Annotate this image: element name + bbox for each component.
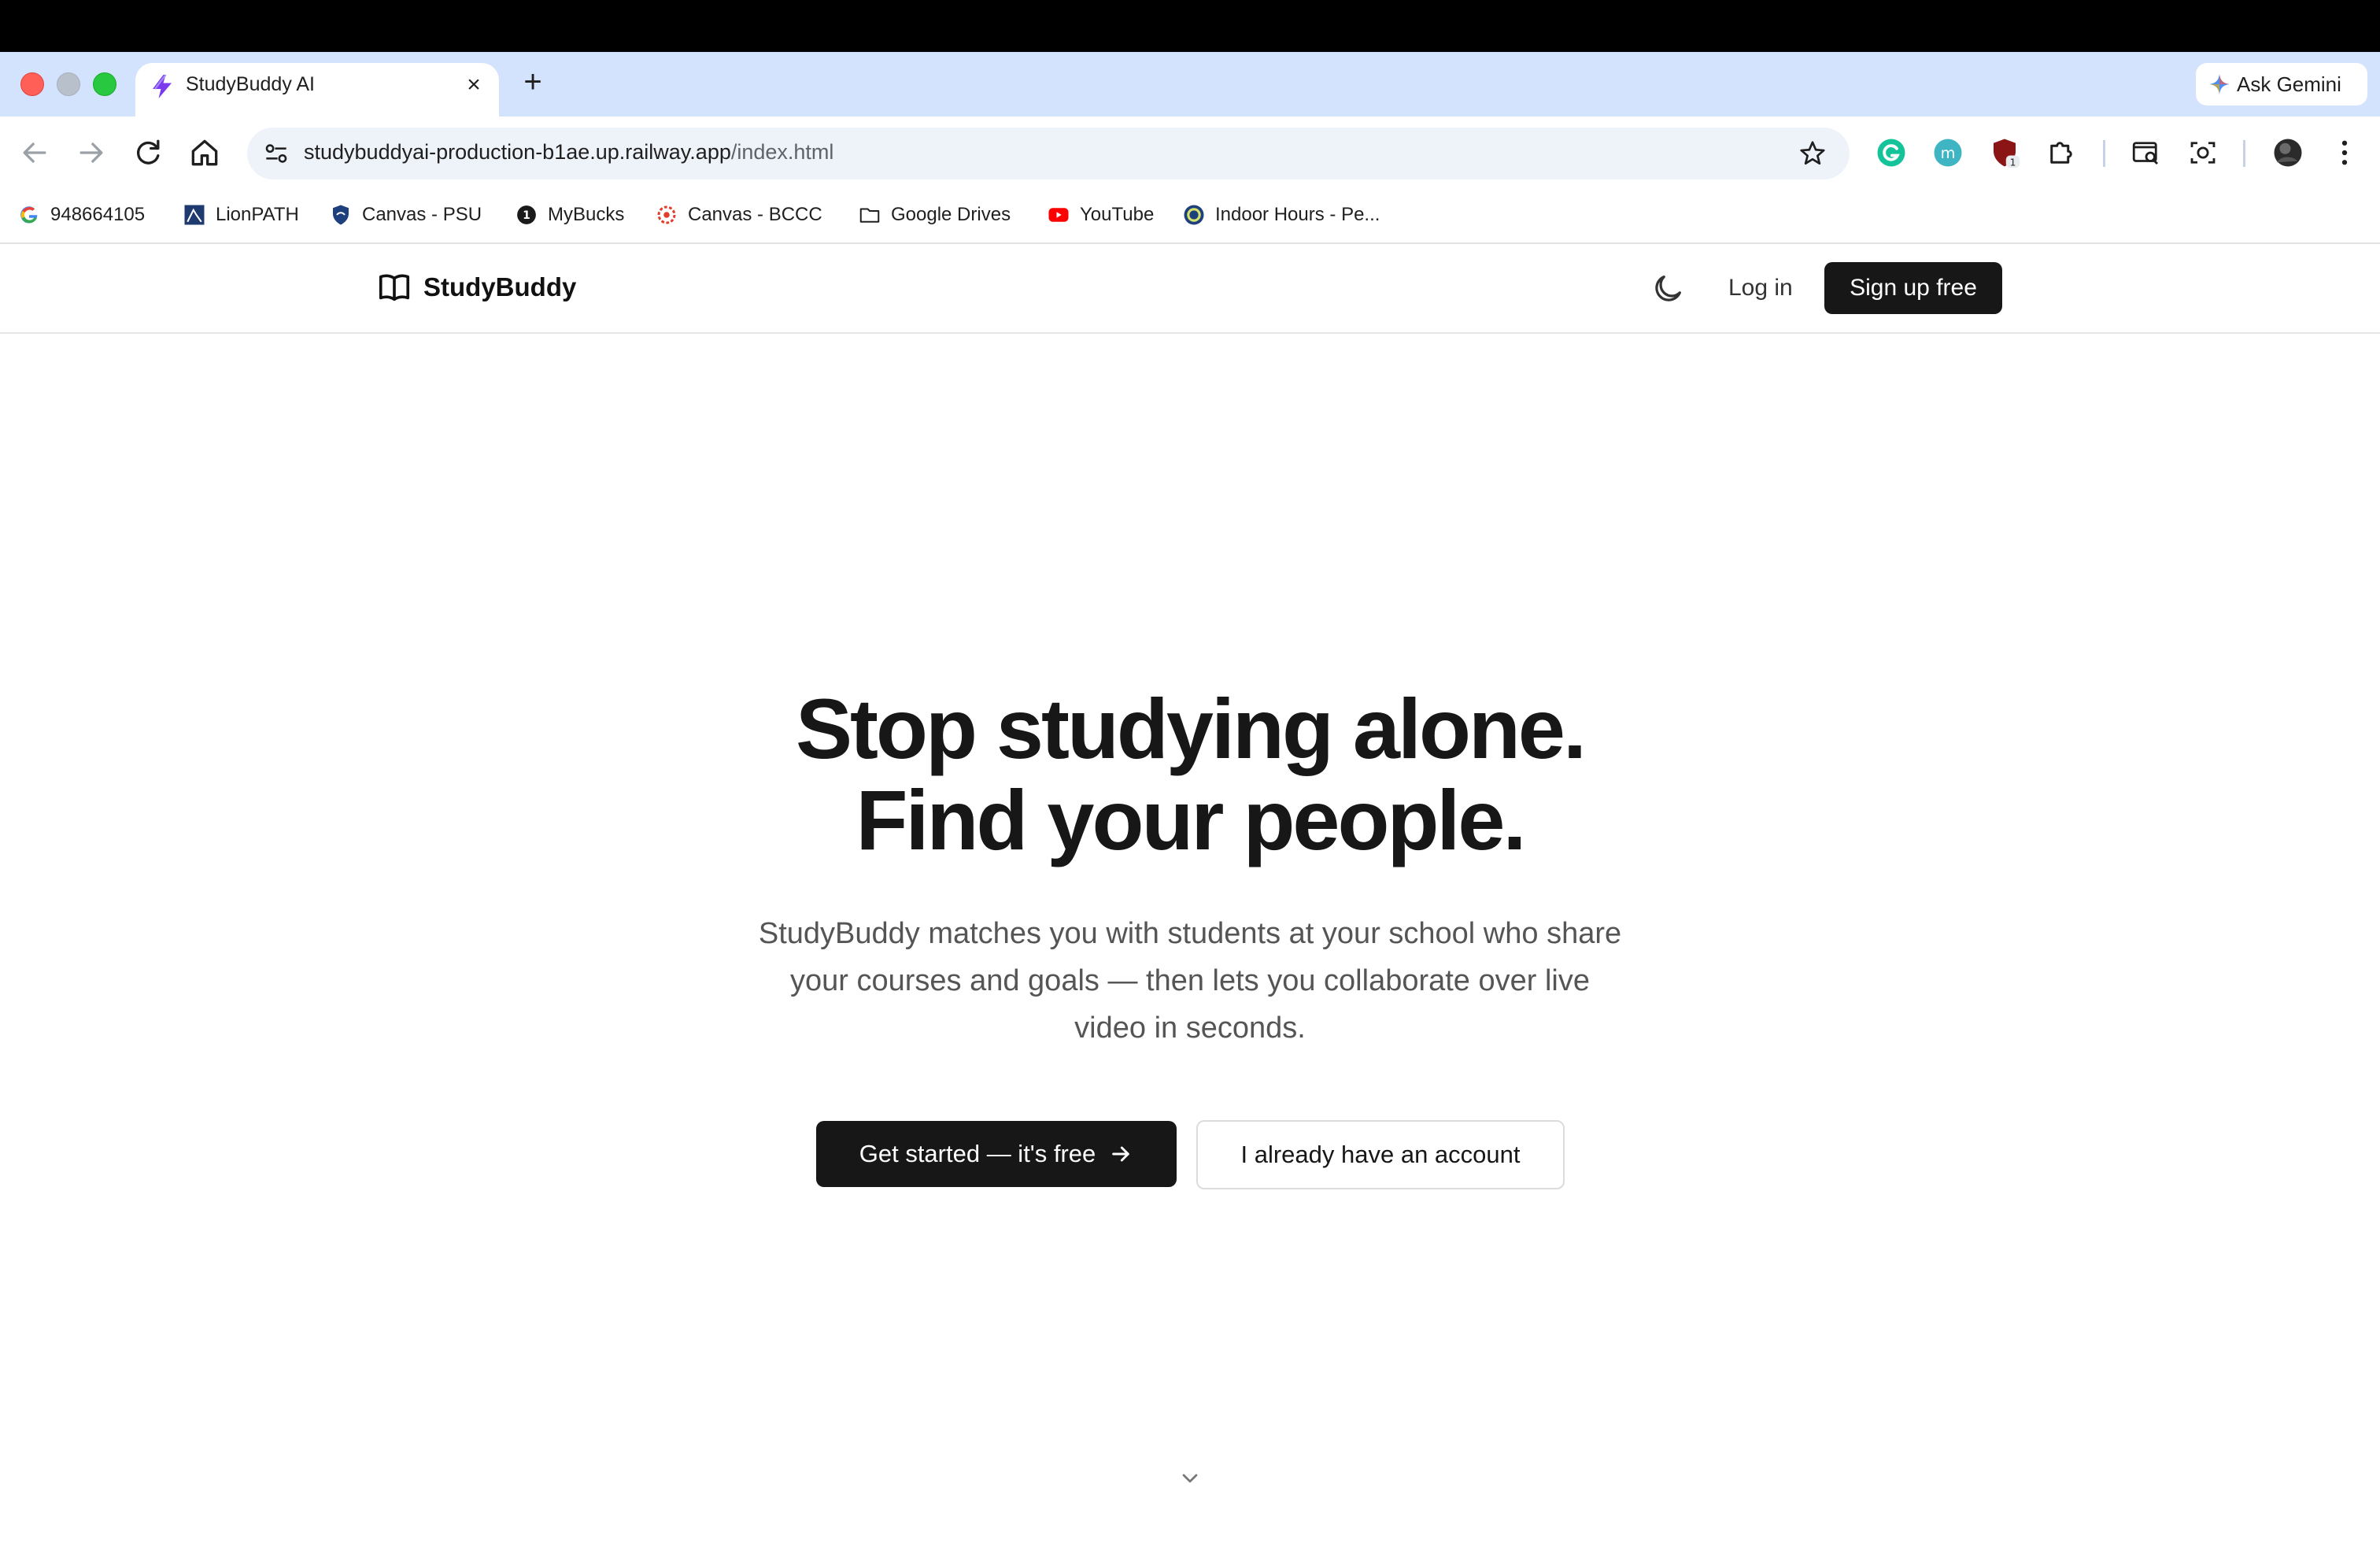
canvas-icon [655,203,678,227]
address-bar[interactable]: studybuddyai-production-b1ae.up.railway.… [247,128,1850,179]
ask-gemini-button[interactable]: Ask Gemini [2196,63,2367,105]
window-zoom-button[interactable] [93,72,116,96]
tab-close-icon[interactable]: × [460,71,488,99]
toolbar-separator [2103,140,2105,167]
bookmark-item[interactable]: Canvas - PSU [329,200,482,230]
toolbar-separator [2243,140,2245,167]
bookmark-label: Canvas - BCCC [688,204,822,225]
svg-text:1: 1 [523,209,530,222]
window-close-button[interactable] [20,72,44,96]
bookmark-label: MyBucks [548,204,625,225]
puzzle-extensions-icon[interactable] [2045,136,2078,169]
bookmark-label: 948664105 [50,204,146,225]
mybucks-icon: 1 [515,203,538,227]
bookmark-item[interactable]: 1 MyBucks [515,200,624,230]
bookmark-item[interactable]: 948664105 [17,200,145,230]
get-started-label: Get started — it's free [859,1140,1096,1167]
moon-icon[interactable] [1650,271,1686,307]
bookmark-item[interactable]: YouTube [1047,200,1154,230]
site-info-tune-icon[interactable] [261,139,291,168]
arrow-right-icon [1108,1141,1133,1167]
grammarly-extension-icon[interactable] [1875,136,1908,169]
tab-search-icon[interactable] [2130,136,2163,169]
hero-heading-line1: Stop studying alone. [795,681,1587,776]
m-extension-icon[interactable]: m [1931,136,1964,169]
bookmark-label: Indoor Hours - Pe... [1215,204,1380,225]
chevron-down-icon[interactable] [1177,1466,1203,1491]
ask-gemini-label: Ask Gemini [2237,72,2341,96]
shield-extension-icon[interactable]: 1 [1988,136,2021,169]
bookmark-label: Google Drives [891,204,1011,225]
bookmark-star-icon[interactable] [1798,139,1828,168]
forward-arrow-icon[interactable] [74,135,109,170]
svg-text:m: m [1941,144,1956,162]
profile-avatar[interactable] [2271,136,2304,169]
new-tab-button[interactable]: + [515,65,551,101]
window-minimize-button[interactable] [57,72,80,96]
brand-logo-link[interactable]: StudyBuddy [376,269,576,305]
psu-logo-icon [1182,203,1206,227]
hero-subtitle: StudyBuddy matches you with students at … [758,917,1622,1045]
lionpath-icon [183,203,206,227]
login-link[interactable]: Log in [1716,268,1805,309]
bookmark-item[interactable]: Google Drives [858,200,1011,230]
brand-name: StudyBuddy [423,272,577,301]
gemini-sparkle-icon [2208,73,2230,95]
existing-account-button[interactable]: I already have an account [1196,1120,1565,1189]
url-path: /index.html [730,140,834,164]
bookmark-label: LionPATH [216,204,299,225]
reload-icon[interactable] [131,135,165,170]
back-arrow-icon[interactable] [17,135,52,170]
signup-button[interactable]: Sign up free [1824,262,2002,314]
url-text[interactable]: studybuddyai-production-b1ae.up.railway.… [304,140,833,165]
get-started-button[interactable]: Get started — it's free [816,1121,1177,1187]
bookmark-item[interactable]: LionPATH [183,200,299,230]
bookmark-label: Canvas - PSU [362,204,482,225]
tab-title: StudyBuddy AI [186,73,316,95]
site-header [0,244,2380,334]
hero-heading: Stop studying alone. Find your people. [0,683,2380,866]
folder-icon [858,203,881,227]
bookmark-label: YouTube [1080,204,1155,225]
google-icon [17,203,41,227]
youtube-icon [1047,203,1070,227]
browser-tab-active[interactable]: StudyBuddy AI × [135,63,499,117]
open-book-icon [376,269,412,305]
bookmark-item[interactable]: Indoor Hours - Pe... [1182,200,1380,230]
psu-shield-icon [329,203,353,227]
hero-heading-line2: Find your people. [856,772,1526,867]
lightning-bolt-icon [148,72,176,101]
screenshot-capture-icon[interactable] [2186,136,2219,169]
browser-menu-icon[interactable] [2328,136,2361,169]
os-menu-bar [0,0,2380,52]
home-icon[interactable] [187,135,222,170]
url-host: studybuddyai-production-b1ae.up.railway.… [304,140,731,164]
extension-badge-count: 1 [2010,157,2016,168]
bookmark-item[interactable]: Canvas - BCCC [655,200,822,230]
